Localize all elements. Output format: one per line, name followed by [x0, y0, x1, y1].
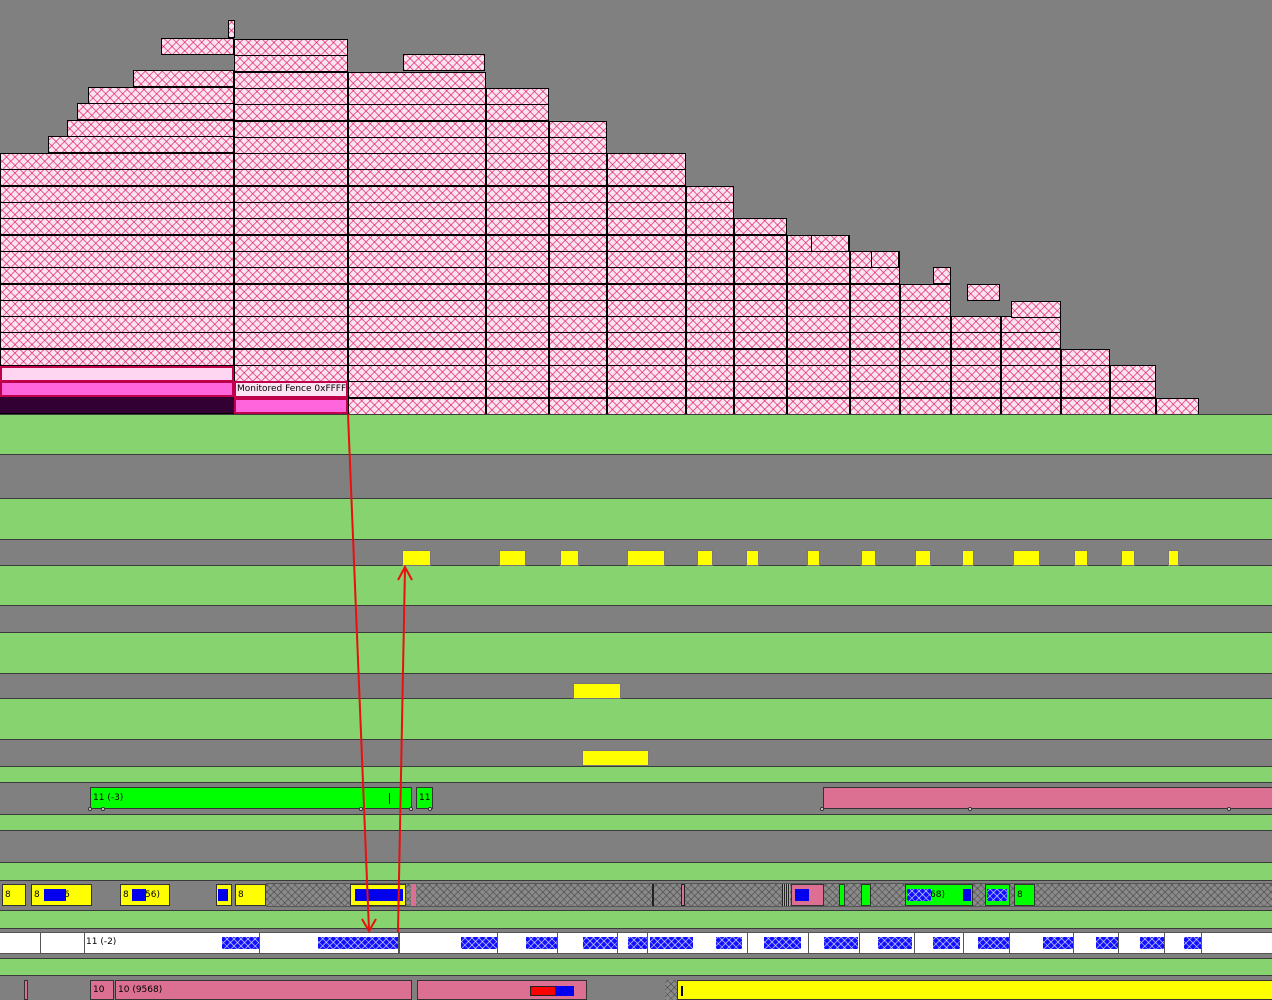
dependency-arrows [347, 413, 413, 933]
dependency-arrow-up [397, 566, 406, 933]
gpu-view-timeline[interactable]: Monitored Fence 0xFFFF 11 (-3) 11 8 8 6 … [0, 0, 1272, 1000]
dependency-arrow-down [347, 413, 370, 931]
